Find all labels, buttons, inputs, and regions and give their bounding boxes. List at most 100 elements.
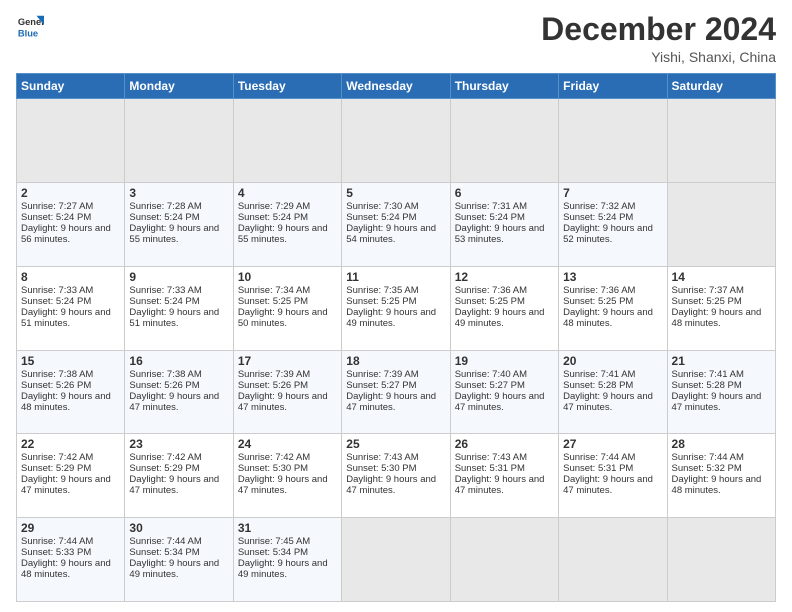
table-row: 4Sunrise: 7:29 AMSunset: 5:24 PMDaylight…	[233, 182, 341, 266]
day-number: 10	[238, 270, 337, 284]
day-number: 14	[672, 270, 771, 284]
sunset: Sunset: 5:33 PM	[21, 547, 91, 558]
day-number: 4	[238, 186, 337, 200]
daylight: Daylight: 9 hours and 55 minutes.	[129, 223, 219, 245]
sunrise: Sunrise: 7:42 AM	[21, 452, 93, 463]
calendar-header: Sunday Monday Tuesday Wednesday Thursday…	[17, 74, 776, 99]
sunset: Sunset: 5:32 PM	[672, 463, 742, 474]
sunset: Sunset: 5:31 PM	[563, 463, 633, 474]
day-number: 30	[129, 521, 228, 535]
sunset: Sunset: 5:25 PM	[238, 296, 308, 307]
sunrise: Sunrise: 7:44 AM	[21, 536, 93, 547]
calendar-table: Sunday Monday Tuesday Wednesday Thursday…	[16, 73, 776, 602]
day-number: 26	[455, 437, 554, 451]
sunset: Sunset: 5:24 PM	[238, 212, 308, 223]
day-number: 2	[21, 186, 120, 200]
daylight: Daylight: 9 hours and 47 minutes.	[129, 474, 219, 496]
daylight: Daylight: 9 hours and 48 minutes.	[563, 307, 653, 329]
sunset: Sunset: 5:29 PM	[129, 463, 199, 474]
sunset: Sunset: 5:31 PM	[455, 463, 525, 474]
sunset: Sunset: 5:25 PM	[563, 296, 633, 307]
sunrise: Sunrise: 7:37 AM	[672, 285, 744, 296]
col-tuesday: Tuesday	[233, 74, 341, 99]
daylight: Daylight: 9 hours and 47 minutes.	[563, 391, 653, 413]
table-row	[667, 518, 775, 602]
sunrise: Sunrise: 7:33 AM	[21, 285, 93, 296]
table-row: 10Sunrise: 7:34 AMSunset: 5:25 PMDayligh…	[233, 266, 341, 350]
table-row: 20Sunrise: 7:41 AMSunset: 5:28 PMDayligh…	[559, 350, 667, 434]
day-number: 19	[455, 354, 554, 368]
sunrise: Sunrise: 7:28 AM	[129, 201, 201, 212]
daylight: Daylight: 9 hours and 47 minutes.	[238, 391, 328, 413]
sunset: Sunset: 5:28 PM	[672, 380, 742, 391]
day-number: 24	[238, 437, 337, 451]
table-row: 3Sunrise: 7:28 AMSunset: 5:24 PMDaylight…	[125, 182, 233, 266]
sunset: Sunset: 5:30 PM	[346, 463, 416, 474]
calendar-page: General Blue December 2024 Yishi, Shanxi…	[0, 0, 792, 612]
table-row: 27Sunrise: 7:44 AMSunset: 5:31 PMDayligh…	[559, 434, 667, 518]
sunset: Sunset: 5:24 PM	[21, 212, 91, 223]
day-number: 13	[563, 270, 662, 284]
sunset: Sunset: 5:24 PM	[563, 212, 633, 223]
daylight: Daylight: 9 hours and 47 minutes.	[346, 391, 436, 413]
daylight: Daylight: 9 hours and 49 minutes.	[238, 558, 328, 580]
calendar-week-4: 22Sunrise: 7:42 AMSunset: 5:29 PMDayligh…	[17, 434, 776, 518]
daylight: Daylight: 9 hours and 47 minutes.	[563, 474, 653, 496]
day-number: 8	[21, 270, 120, 284]
table-row: 28Sunrise: 7:44 AMSunset: 5:32 PMDayligh…	[667, 434, 775, 518]
daylight: Daylight: 9 hours and 52 minutes.	[563, 223, 653, 245]
day-number: 28	[672, 437, 771, 451]
table-row: 31Sunrise: 7:45 AMSunset: 5:34 PMDayligh…	[233, 518, 341, 602]
daylight: Daylight: 9 hours and 49 minutes.	[129, 558, 219, 580]
table-row	[450, 99, 558, 183]
sunrise: Sunrise: 7:31 AM	[455, 201, 527, 212]
daylight: Daylight: 9 hours and 50 minutes.	[238, 307, 328, 329]
sunset: Sunset: 5:26 PM	[129, 380, 199, 391]
daylight: Daylight: 9 hours and 48 minutes.	[672, 307, 762, 329]
table-row: 5Sunrise: 7:30 AMSunset: 5:24 PMDaylight…	[342, 182, 450, 266]
table-row: 17Sunrise: 7:39 AMSunset: 5:26 PMDayligh…	[233, 350, 341, 434]
daylight: Daylight: 9 hours and 49 minutes.	[455, 307, 545, 329]
logo-icon: General Blue	[16, 12, 44, 40]
daylight: Daylight: 9 hours and 47 minutes.	[672, 391, 762, 413]
location: Yishi, Shanxi, China	[541, 49, 776, 65]
table-row: 7Sunrise: 7:32 AMSunset: 5:24 PMDaylight…	[559, 182, 667, 266]
daylight: Daylight: 9 hours and 53 minutes.	[455, 223, 545, 245]
day-number: 22	[21, 437, 120, 451]
sunset: Sunset: 5:28 PM	[563, 380, 633, 391]
day-number: 15	[21, 354, 120, 368]
sunset: Sunset: 5:27 PM	[346, 380, 416, 391]
table-row: 16Sunrise: 7:38 AMSunset: 5:26 PMDayligh…	[125, 350, 233, 434]
table-row: 30Sunrise: 7:44 AMSunset: 5:34 PMDayligh…	[125, 518, 233, 602]
sunset: Sunset: 5:25 PM	[672, 296, 742, 307]
table-row: 21Sunrise: 7:41 AMSunset: 5:28 PMDayligh…	[667, 350, 775, 434]
sunset: Sunset: 5:34 PM	[238, 547, 308, 558]
day-number: 16	[129, 354, 228, 368]
table-row	[559, 99, 667, 183]
day-number: 11	[346, 270, 445, 284]
daylight: Daylight: 9 hours and 47 minutes.	[238, 474, 328, 496]
sunset: Sunset: 5:27 PM	[455, 380, 525, 391]
day-number: 3	[129, 186, 228, 200]
sunset: Sunset: 5:24 PM	[346, 212, 416, 223]
sunrise: Sunrise: 7:42 AM	[238, 452, 310, 463]
table-row: 19Sunrise: 7:40 AMSunset: 5:27 PMDayligh…	[450, 350, 558, 434]
sunset: Sunset: 5:29 PM	[21, 463, 91, 474]
sunrise: Sunrise: 7:45 AM	[238, 536, 310, 547]
sunrise: Sunrise: 7:38 AM	[21, 369, 93, 380]
day-number: 18	[346, 354, 445, 368]
sunset: Sunset: 5:26 PM	[21, 380, 91, 391]
table-row	[342, 99, 450, 183]
day-number: 12	[455, 270, 554, 284]
sunset: Sunset: 5:25 PM	[346, 296, 416, 307]
table-row: 15Sunrise: 7:38 AMSunset: 5:26 PMDayligh…	[17, 350, 125, 434]
daylight: Daylight: 9 hours and 56 minutes.	[21, 223, 111, 245]
day-number: 31	[238, 521, 337, 535]
table-row: 25Sunrise: 7:43 AMSunset: 5:30 PMDayligh…	[342, 434, 450, 518]
sunrise: Sunrise: 7:33 AM	[129, 285, 201, 296]
day-number: 27	[563, 437, 662, 451]
table-row	[667, 99, 775, 183]
daylight: Daylight: 9 hours and 51 minutes.	[129, 307, 219, 329]
calendar-week-0	[17, 99, 776, 183]
calendar-week-2: 8Sunrise: 7:33 AMSunset: 5:24 PMDaylight…	[17, 266, 776, 350]
